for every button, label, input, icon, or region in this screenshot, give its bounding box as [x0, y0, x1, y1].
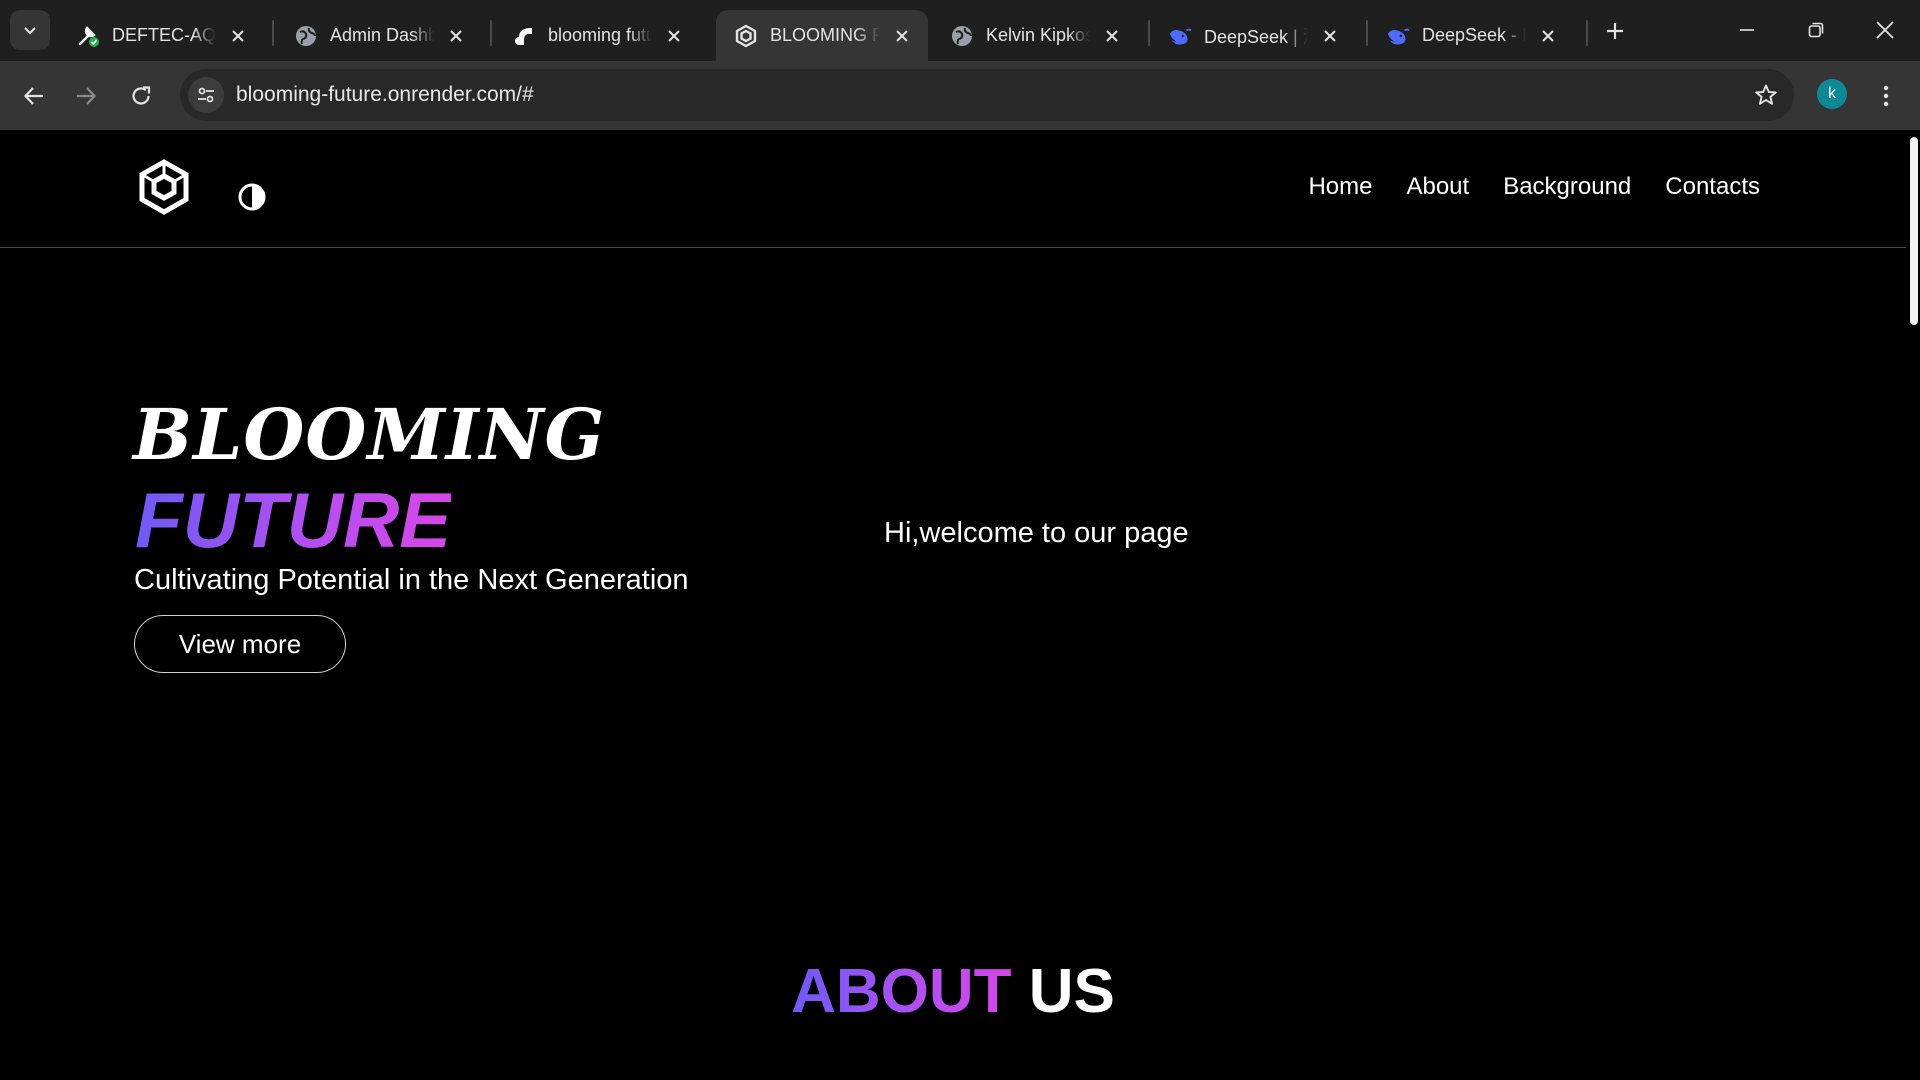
- theme-toggle-icon[interactable]: [238, 183, 266, 211]
- nav-background[interactable]: Background: [1503, 173, 1631, 201]
- browser-tab[interactable]: Admin Dashboard: [276, 10, 482, 61]
- close-icon[interactable]: [1100, 24, 1124, 48]
- about-heading: ABOUT US: [0, 956, 1906, 1027]
- tab-search-button[interactable]: [10, 10, 50, 50]
- new-tab-button[interactable]: [1598, 14, 1632, 48]
- reload-icon: [132, 86, 151, 105]
- minimize-button[interactable]: [1722, 6, 1772, 54]
- minimize-icon: [1740, 29, 1754, 31]
- globe-icon: [950, 24, 974, 48]
- close-icon[interactable]: [1318, 24, 1342, 48]
- address-bar[interactable]: blooming-future.onrender.com/#: [180, 69, 1794, 121]
- back-button[interactable]: [14, 76, 54, 116]
- welcome-text: Hi,welcome to our page: [884, 517, 1189, 549]
- scrollbar-thumb[interactable]: [1910, 137, 1918, 325]
- plus-icon: [1607, 23, 1623, 39]
- render-icon: [512, 24, 536, 48]
- nav-home[interactable]: Home: [1308, 173, 1372, 201]
- view-more-button[interactable]: View more: [134, 615, 346, 673]
- tab-title: DeepSeek - Into the Unknown: [1422, 25, 1526, 45]
- star-icon: [1755, 84, 1777, 105]
- tab-title: DEFTEC-AQS: [112, 25, 216, 45]
- tab-title: blooming future: [548, 25, 652, 45]
- close-icon[interactable]: [1536, 24, 1560, 48]
- bookmark-star-button[interactable]: [1752, 81, 1780, 109]
- tab-title: Kelvin Kipkosgei: [986, 25, 1090, 45]
- hero-subtitle: Cultivating Potential in the Next Genera…: [134, 564, 689, 596]
- about-heading-part1: ABOUT: [791, 957, 1012, 1026]
- hero-title-line2: FUTURE: [135, 476, 452, 564]
- hero-title-line1: BLOOMING: [133, 393, 606, 476]
- nav-about[interactable]: About: [1406, 173, 1469, 201]
- tab-title: Admin Dashboard: [330, 25, 434, 45]
- browser-tab-active[interactable]: BLOOMING FUTURE: [716, 10, 928, 61]
- browser-menu-button[interactable]: [1870, 76, 1902, 116]
- forward-button[interactable]: [66, 76, 106, 116]
- tab-separator: [490, 20, 492, 46]
- more-vertical-icon: [1883, 85, 1889, 107]
- globe-icon: [294, 24, 318, 48]
- browser-tab[interactable]: Kelvin Kipkosgei: [932, 10, 1138, 61]
- close-icon[interactable]: [444, 24, 468, 48]
- hexagon-logo-icon[interactable]: [136, 159, 192, 215]
- close-icon[interactable]: [226, 24, 250, 48]
- close-icon[interactable]: [662, 24, 686, 48]
- close-icon[interactable]: [890, 24, 914, 48]
- site-header: Home About Background Contacts: [0, 131, 1906, 248]
- wrench-check-icon: [76, 24, 100, 48]
- chevron-down-icon: [24, 27, 36, 35]
- reload-button[interactable]: [121, 76, 161, 116]
- tab-title: DeepSeek | 深度求索: [1204, 26, 1308, 47]
- arrow-right-icon: [77, 87, 97, 105]
- close-window-button[interactable]: [1860, 6, 1910, 54]
- browser-tab[interactable]: DeepSeek - Into the Unknown: [1368, 10, 1574, 61]
- tab-separator: [1586, 20, 1588, 46]
- about-heading-part2: US: [1028, 957, 1115, 1026]
- browser-tab[interactable]: blooming future: [494, 10, 700, 61]
- profile-avatar[interactable]: k: [1817, 79, 1847, 109]
- arrow-left-icon: [23, 87, 43, 105]
- restore-button[interactable]: [1791, 6, 1841, 54]
- browser-tab-strip: DEFTEC-AQS Admin Dashboard blooming futu…: [0, 0, 1920, 61]
- page-scrollbar[interactable]: [1906, 131, 1920, 1080]
- hexagon-logo-icon: [734, 24, 758, 48]
- url-text[interactable]: blooming-future.onrender.com/#: [236, 83, 534, 107]
- tab-separator: [272, 20, 274, 46]
- nav-contacts[interactable]: Contacts: [1665, 173, 1760, 201]
- tune-icon: [198, 87, 214, 103]
- main-nav: Home About Background Contacts: [1308, 173, 1760, 201]
- browser-tab[interactable]: DeepSeek | 深度求索: [1150, 10, 1356, 61]
- close-icon: [1876, 21, 1894, 39]
- deepseek-whale-icon: [1386, 24, 1410, 48]
- site-info-button[interactable]: [188, 77, 224, 113]
- web-page: Home About Background Contacts BLOOMING …: [0, 131, 1920, 1080]
- tab-title: BLOOMING FUTURE: [770, 25, 880, 45]
- deepseek-whale-icon: [1168, 24, 1192, 48]
- browser-toolbar: blooming-future.onrender.com/# k: [0, 61, 1920, 130]
- restore-icon: [1808, 22, 1824, 38]
- browser-tab[interactable]: DEFTEC-AQS: [58, 10, 264, 61]
